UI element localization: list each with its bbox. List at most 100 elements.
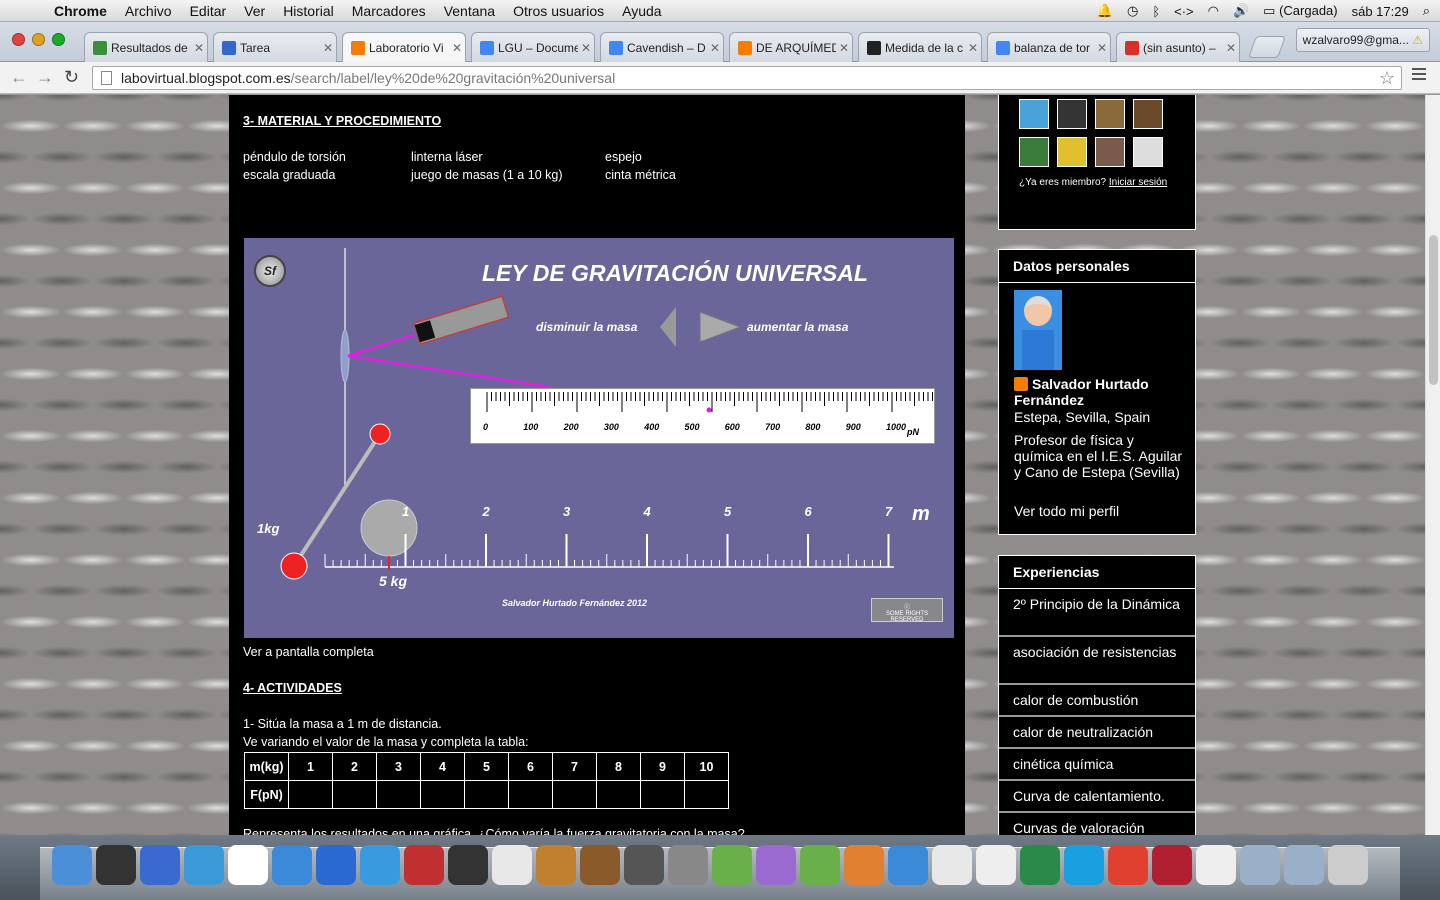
clock[interactable]: sáb 17:29 bbox=[1352, 4, 1409, 19]
textedit-icon[interactable] bbox=[1196, 845, 1236, 885]
calculator-icon[interactable] bbox=[932, 845, 972, 885]
tab-1[interactable]: Resultados de ✕ bbox=[84, 32, 208, 62]
menu-ventana[interactable]: Ventana bbox=[444, 3, 495, 19]
volume-icon[interactable]: 🔊 bbox=[1233, 3, 1249, 19]
tab-close-icon[interactable]: ✕ bbox=[965, 41, 981, 55]
finder-icon[interactable] bbox=[52, 845, 92, 885]
word-icon[interactable] bbox=[712, 845, 752, 885]
follower-avatar[interactable] bbox=[1133, 137, 1163, 167]
follower-avatar[interactable] bbox=[1057, 99, 1087, 129]
chrome-icon[interactable] bbox=[1108, 845, 1148, 885]
itunes-icon[interactable] bbox=[360, 845, 400, 885]
profile-avatar[interactable] bbox=[1014, 290, 1062, 370]
back-button[interactable]: ← bbox=[10, 67, 28, 88]
experience-link[interactable]: 2º Principio de la Dinámica bbox=[999, 589, 1195, 637]
app-store-icon[interactable] bbox=[316, 845, 356, 885]
menu-ver[interactable]: Ver bbox=[244, 3, 265, 19]
address-bar[interactable]: labovirtual.blogspot.com.es/search/label… bbox=[92, 66, 1402, 90]
trash-icon[interactable] bbox=[1328, 845, 1368, 885]
iphoto-icon[interactable] bbox=[492, 845, 532, 885]
tab-8[interactable]: balanza de tor ✕ bbox=[987, 32, 1111, 62]
new-tab-button[interactable] bbox=[1247, 36, 1287, 58]
zoom-window-button[interactable] bbox=[52, 33, 65, 46]
menu-ayuda[interactable]: Ayuda bbox=[622, 3, 661, 19]
menubar-app-name[interactable]: Chrome bbox=[54, 3, 107, 19]
system-preferences-icon[interactable] bbox=[668, 845, 708, 885]
experience-link[interactable]: Curvas de valoración ácido-base bbox=[999, 813, 1195, 835]
photo-booth-icon[interactable] bbox=[404, 845, 444, 885]
page-scrollbar[interactable] bbox=[1425, 95, 1440, 835]
follower-avatar[interactable] bbox=[1019, 99, 1049, 129]
mission-control-icon[interactable] bbox=[140, 845, 180, 885]
downloads-folder-icon[interactable] bbox=[1284, 845, 1324, 885]
acrobat-icon[interactable] bbox=[1152, 845, 1192, 885]
wifi-icon[interactable]: ◠ bbox=[1208, 3, 1219, 19]
reload-button[interactable]: ↻ bbox=[64, 67, 79, 88]
calendar-icon[interactable] bbox=[228, 845, 268, 885]
preview-icon[interactable] bbox=[536, 845, 576, 885]
experience-link[interactable]: Curva de calentamiento. bbox=[999, 781, 1195, 813]
battery-status[interactable]: ▭ (Cargada) bbox=[1263, 3, 1337, 19]
network-icon[interactable] bbox=[888, 845, 928, 885]
follower-avatar[interactable] bbox=[1095, 99, 1125, 129]
experience-link[interactable]: calor de combustión bbox=[999, 685, 1195, 717]
tab-5[interactable]: Cavendish – D ✕ bbox=[600, 32, 724, 62]
tab-close-icon[interactable]: ✕ bbox=[578, 41, 594, 55]
author-logo[interactable]: Sf bbox=[254, 255, 286, 287]
follower-avatar[interactable] bbox=[1019, 137, 1049, 167]
tab-close-icon[interactable]: ✕ bbox=[836, 41, 852, 55]
menu-archivo[interactable]: Archivo bbox=[125, 3, 172, 19]
time-machine-icon[interactable]: ◷ bbox=[1127, 3, 1138, 19]
powerpoint-icon[interactable] bbox=[844, 845, 884, 885]
view-profile-link[interactable]: Ver todo mi perfil bbox=[1014, 503, 1119, 519]
time-machine-icon[interactable] bbox=[624, 845, 664, 885]
tab-2[interactable]: Tarea ✕ bbox=[213, 32, 337, 62]
menu-historial[interactable]: Historial bbox=[283, 3, 334, 19]
spotlight-icon[interactable]: ⌕ bbox=[1423, 3, 1430, 19]
tab-close-icon[interactable]: ✕ bbox=[1094, 41, 1110, 55]
tab-close-icon[interactable]: ✕ bbox=[191, 41, 207, 55]
tab-close-icon[interactable]: ✕ bbox=[449, 41, 465, 55]
bookmark-star-icon[interactable]: ☆ bbox=[1379, 68, 1395, 89]
skype-icon[interactable] bbox=[1064, 845, 1104, 885]
tab-4[interactable]: LGU – Docume ✕ bbox=[471, 32, 595, 62]
profile-name-row[interactable]: Salvador Hurtado Fernández bbox=[1014, 376, 1192, 408]
documents-folder-icon[interactable] bbox=[1240, 845, 1280, 885]
safari-icon[interactable] bbox=[272, 845, 312, 885]
follower-avatar[interactable] bbox=[1133, 99, 1163, 129]
garageband-icon[interactable] bbox=[580, 845, 620, 885]
printer-icon[interactable] bbox=[976, 845, 1016, 885]
tab-close-icon[interactable]: ✕ bbox=[1223, 41, 1239, 55]
experience-link[interactable]: asociación de resistencias bbox=[999, 637, 1195, 685]
increase-mass-button[interactable] bbox=[699, 310, 739, 342]
tab-6[interactable]: DE ARQUÍMEDI ✕ bbox=[729, 32, 853, 62]
cc-license-badge[interactable]: ⓒ SOME RIGHTS RESERVED bbox=[871, 598, 943, 623]
decrease-mass-button[interactable] bbox=[656, 310, 696, 342]
code-icon[interactable]: <·> bbox=[1174, 4, 1194, 19]
chrome-menu-icon[interactable] bbox=[1412, 68, 1426, 83]
ical-dock-icon[interactable] bbox=[184, 845, 224, 885]
forward-button[interactable]: → bbox=[36, 67, 54, 88]
experience-link[interactable]: cinética química bbox=[999, 749, 1195, 781]
tab-3[interactable]: Laboratorio Vi ✕ bbox=[342, 32, 466, 62]
menu-editar[interactable]: Editar bbox=[190, 3, 227, 19]
imovie-icon[interactable] bbox=[448, 845, 488, 885]
bell-icon[interactable]: 🔔 bbox=[1097, 3, 1113, 19]
menu-marcadores[interactable]: Marcadores bbox=[352, 3, 426, 19]
profile-button[interactable]: wzalvaro99@gma... ⚠ bbox=[1295, 28, 1430, 52]
follower-avatar[interactable] bbox=[1057, 137, 1087, 167]
menu-otros-usuarios[interactable]: Otros usuarios bbox=[513, 3, 604, 19]
scrollbar-thumb[interactable] bbox=[1429, 235, 1438, 385]
tab-7[interactable]: Medida de la c ✕ bbox=[858, 32, 982, 62]
fullscreen-link[interactable]: Ver a pantalla completa bbox=[243, 645, 374, 659]
close-window-button[interactable] bbox=[12, 33, 25, 46]
follower-avatar[interactable] bbox=[1095, 137, 1125, 167]
minimize-window-button[interactable] bbox=[32, 33, 45, 46]
experience-link[interactable]: calor de neutralización bbox=[999, 717, 1195, 749]
launchpad-icon[interactable] bbox=[96, 845, 136, 885]
tab-close-icon[interactable]: ✕ bbox=[320, 41, 336, 55]
tab-9[interactable]: (sin asunto) – ✕ bbox=[1116, 32, 1240, 62]
tab-close-icon[interactable]: ✕ bbox=[707, 41, 723, 55]
numbers-icon[interactable] bbox=[800, 845, 840, 885]
gravitation-simulation[interactable]: Sf LEY DE GRAVITACIÓN UNIVERSAL disminui… bbox=[244, 238, 954, 638]
